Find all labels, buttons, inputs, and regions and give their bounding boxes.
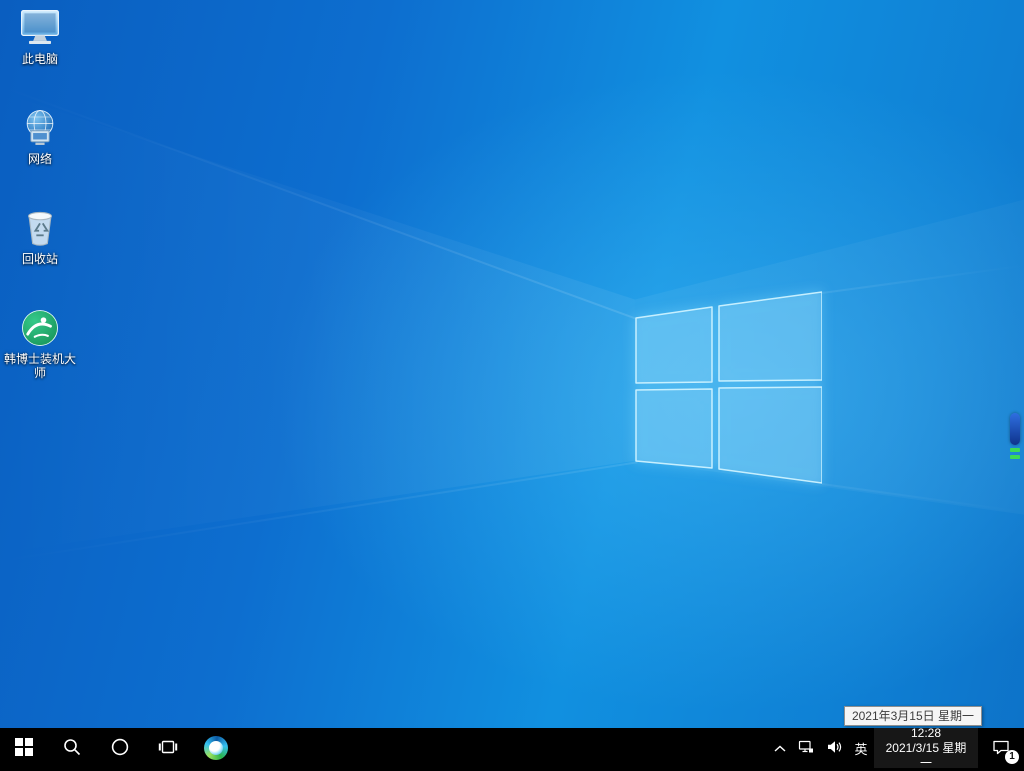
task-view-icon [158,738,178,759]
desktop-icon-list: 此电脑 网络 回收站 韩博士装机大师 [2,6,78,380]
network-tray-button[interactable] [792,728,820,768]
indicator-segment [1010,455,1020,459]
desktop-icon-label: 韩博士装机大师 [3,352,76,380]
edge-button[interactable] [192,728,240,768]
desktop-icon-label: 回收站 [21,252,58,266]
clock-date: 2021/3/15 星期一 [885,740,967,770]
windows-start-icon [15,737,33,759]
search-icon [63,738,81,759]
search-button[interactable] [48,728,96,768]
clock-time: 12:28 [910,725,942,740]
notification-badge: 1 [1005,750,1019,764]
tray-overflow-chevron[interactable] [768,728,792,768]
light-streak [821,264,1024,294]
desktop-icon-recycle-bin[interactable]: 回收站 [2,206,78,266]
light-ray [634,199,1024,515]
edge-browser-icon [204,736,228,760]
task-view-button[interactable] [144,728,192,768]
hanboshi-green-icon [17,306,63,350]
clock-tooltip-text: 2021年3月15日 星期一 [851,709,974,723]
cortana-circle-icon [111,738,129,759]
chevron-up-icon [774,741,786,756]
desktop-icon-hanboshi[interactable]: 韩博士装机大师 [2,306,78,380]
desktop-icon-label: 网络 [27,152,52,166]
cortana-button[interactable] [96,728,144,768]
desktop-icon-label: 此电脑 [21,52,58,66]
light-streak [821,483,1024,514]
indicator-segment [1010,448,1020,452]
taskbar: 英 12:28 2021/3/15 星期一 1 [0,725,1024,770]
recycle-bin-icon [17,206,63,250]
network-tray-icon [798,740,814,757]
speaker-icon [826,740,842,757]
windows-desktop: 此电脑 网络 回收站 韩博士装机大师 2021年3月15日 星期一 英 12:2… [0,0,1024,770]
wallpaper [0,0,1024,768]
light-streak [0,85,638,320]
volume-tray-button[interactable] [820,728,848,768]
volume-level-indicator[interactable] [1008,413,1022,471]
desktop-icon-network[interactable]: 网络 [2,106,78,166]
windows-logo-wallpaper [635,291,822,484]
system-tray: 英 12:28 2021/3/15 星期一 1 [768,725,1024,770]
tray-clock[interactable]: 12:28 2021/3/15 星期一 [874,725,978,770]
light-ray [0,92,635,553]
clock-tooltip: 2021年3月15日 星期一 [843,706,982,726]
taskbar-left [0,728,240,768]
action-center-button[interactable]: 1 [978,728,1024,768]
light-streak [0,461,638,562]
ime-indicator[interactable]: 英 [848,728,874,768]
network-globe-icon [17,106,63,150]
indicator-track [1010,413,1020,445]
start-button[interactable] [0,728,48,768]
desktop-icon-this-pc[interactable]: 此电脑 [2,6,78,66]
computer-icon [17,6,63,50]
